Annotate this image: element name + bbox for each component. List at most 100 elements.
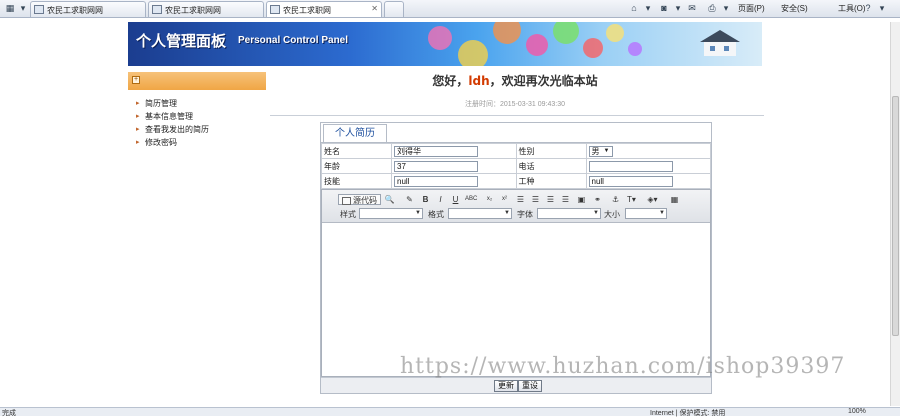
chevron-down-icon: ▼ bbox=[659, 210, 665, 216]
skill-label: 技能 bbox=[321, 173, 392, 189]
tab-resume[interactable]: 个人简历 bbox=[323, 124, 387, 142]
subscript-icon[interactable]: x₂ bbox=[484, 194, 495, 205]
page-icon bbox=[270, 5, 280, 14]
strikethrough-icon[interactable]: ABC bbox=[465, 194, 477, 205]
welcome-suffix: ，欢迎再次光临本站 bbox=[489, 74, 598, 88]
background-color-icon[interactable]: ◈▾ bbox=[647, 194, 658, 205]
new-tab-button[interactable] bbox=[384, 1, 404, 17]
reset-button[interactable]: 重设 bbox=[518, 380, 542, 392]
chevron-down-icon[interactable]: ▾ bbox=[720, 2, 732, 14]
rich-text-editor: 源代码 🔍 ✎ B I U ABC x₂ x² ☰ ☰ ☰ ☰ ▣ ⚭ ⚓ T▾… bbox=[321, 189, 711, 377]
help-icon[interactable]: ? bbox=[862, 2, 874, 14]
sidebar-item-resume[interactable]: 简历管理 bbox=[136, 97, 209, 110]
welcome-prefix: 您好， bbox=[432, 74, 469, 88]
size-select[interactable]: ▼ bbox=[625, 208, 667, 219]
page-menu[interactable]: 页面(P) bbox=[738, 3, 765, 14]
browser-tab-label: 农民工求职网网 bbox=[47, 6, 103, 15]
font-select[interactable]: ▼ bbox=[537, 208, 601, 219]
page-icon bbox=[34, 5, 44, 14]
chevron-down-icon: ▼ bbox=[593, 210, 599, 216]
banner: 个人管理面板 Personal Control Panel bbox=[128, 22, 762, 66]
anchor-icon[interactable]: ⚓ bbox=[610, 194, 621, 205]
register-time: 注册时间：2015-03-31 09:43:30 bbox=[465, 101, 565, 108]
browser-tab-bar: ▦ ▾ 农民工求职网网 农民工求职网网 农民工求职网 ✕ ⌂ ▾ ◙ ▾ ✉ ⎙… bbox=[0, 0, 900, 18]
print-icon[interactable]: ⎙ bbox=[706, 2, 718, 14]
gender-label: 性别 bbox=[515, 143, 587, 159]
zoom-level[interactable]: 100% bbox=[848, 408, 866, 415]
chevron-down-icon[interactable]: ▾ bbox=[672, 2, 684, 14]
grid-icon[interactable]: ▦ bbox=[4, 2, 16, 14]
table-icon[interactable]: ▦ bbox=[669, 194, 680, 205]
bold-icon[interactable]: B bbox=[420, 194, 431, 205]
job-field[interactable] bbox=[588, 175, 673, 187]
safety-menu[interactable]: 安全(S) bbox=[781, 3, 808, 14]
underline-icon[interactable]: U bbox=[450, 194, 461, 205]
sidebar-header: + bbox=[128, 72, 266, 90]
update-button[interactable]: 更新 bbox=[494, 380, 518, 392]
italic-icon[interactable]: I bbox=[435, 194, 446, 205]
age-field[interactable] bbox=[394, 160, 478, 172]
gender-select[interactable]: 男 ▼ bbox=[588, 145, 613, 157]
status-text: 完成 bbox=[2, 410, 16, 417]
scrollbar-thumb[interactable] bbox=[892, 96, 899, 336]
form-button-bar: 更新 重设 bbox=[321, 377, 711, 393]
browser-tab-1[interactable]: 农民工求职网网 bbox=[30, 1, 146, 17]
sidebar-menu: 简历管理 基本信息管理 查看我发出的简历 修改密码 bbox=[136, 97, 209, 149]
house-icon bbox=[700, 30, 740, 56]
chevron-down-icon: ▼ bbox=[603, 147, 610, 154]
font-label: 字体 bbox=[517, 210, 533, 219]
text-color-icon[interactable]: T▾ bbox=[626, 194, 637, 205]
size-label: 大小 bbox=[604, 210, 620, 219]
gender-value: 男 bbox=[591, 146, 600, 156]
resume-form: 姓名 性别 男▼ 年龄 电话 技能 工种 bbox=[321, 143, 711, 189]
skill-field[interactable] bbox=[394, 175, 478, 187]
close-icon[interactable]: ✕ bbox=[371, 4, 378, 13]
source-code-button[interactable]: 源代码 bbox=[338, 194, 381, 205]
link-icon[interactable]: ⚭ bbox=[592, 194, 603, 205]
align-justify-icon[interactable]: ☰ bbox=[560, 194, 571, 205]
style-select[interactable]: ▼ bbox=[359, 208, 423, 219]
sidebar-item-sent-resumes[interactable]: 查看我发出的简历 bbox=[136, 123, 209, 136]
welcome-message: 您好，ldh，欢迎再次光临本站 bbox=[270, 72, 760, 89]
divider bbox=[270, 115, 764, 116]
format-label: 格式 bbox=[428, 210, 444, 219]
format-select[interactable]: ▼ bbox=[448, 208, 512, 219]
banner-title: 个人管理面板 bbox=[136, 32, 227, 50]
name-field[interactable] bbox=[394, 145, 478, 157]
browser-tab-3[interactable]: 农民工求职网 ✕ bbox=[266, 1, 382, 17]
align-left-icon[interactable]: ☰ bbox=[515, 194, 526, 205]
chevron-down-icon: ▼ bbox=[415, 210, 421, 216]
phone-field[interactable] bbox=[588, 160, 673, 172]
security-zone: Internet | 保护模式: 禁用 bbox=[650, 410, 726, 417]
browser-tab-label: 农民工求职网 bbox=[283, 6, 331, 15]
phone-label: 电话 bbox=[515, 158, 587, 174]
chevron-down-icon[interactable]: ▾ bbox=[17, 2, 29, 14]
status-bar: 完成 Internet | 保护模式: 禁用 100% bbox=[0, 407, 900, 417]
style-label: 样式 bbox=[340, 210, 356, 219]
mail-icon[interactable]: ✉ bbox=[686, 2, 698, 14]
job-label: 工种 bbox=[515, 173, 587, 189]
browser-tab-2[interactable]: 农民工求职网网 bbox=[148, 1, 264, 17]
align-center-icon[interactable]: ☰ bbox=[530, 194, 541, 205]
image-icon[interactable]: ▣ bbox=[576, 194, 587, 205]
banner-subtitle: Personal Control Panel bbox=[238, 35, 349, 46]
superscript-icon[interactable]: x² bbox=[499, 194, 510, 205]
chevron-down-icon: ▼ bbox=[504, 210, 510, 216]
page-scrollbar[interactable] bbox=[890, 22, 900, 406]
page-icon bbox=[152, 5, 162, 14]
expand-icon[interactable]: + bbox=[132, 76, 140, 84]
editor-toolbar: 源代码 🔍 ✎ B I U ABC x₂ x² ☰ ☰ ☰ ☰ ▣ ⚭ ⚓ T▾… bbox=[322, 190, 710, 223]
rss-feed-icon[interactable]: ◙ bbox=[658, 2, 670, 14]
home-icon[interactable]: ⌂ bbox=[628, 2, 640, 14]
name-label: 姓名 bbox=[321, 143, 392, 159]
watermark: https://www.huzhan.com/ishop39397 bbox=[400, 354, 846, 379]
chevron-down-icon[interactable]: ▾ bbox=[642, 2, 654, 14]
preview-icon[interactable]: 🔍 bbox=[384, 194, 395, 205]
browser-tab-label: 农民工求职网网 bbox=[165, 6, 221, 15]
sidebar-item-change-password[interactable]: 修改密码 bbox=[136, 136, 209, 149]
sidebar-item-basic-info[interactable]: 基本信息管理 bbox=[136, 110, 209, 123]
eraser-icon[interactable]: ✎ bbox=[404, 194, 415, 205]
chevron-down-icon[interactable]: ▾ bbox=[876, 2, 888, 14]
align-right-icon[interactable]: ☰ bbox=[545, 194, 556, 205]
user-name: ldh bbox=[468, 74, 490, 88]
